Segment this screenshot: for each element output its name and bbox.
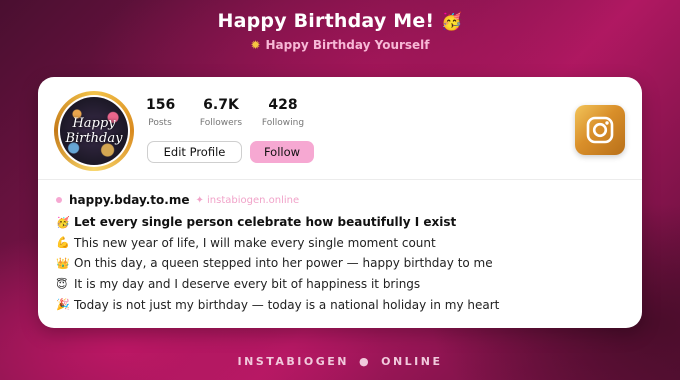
- edit-profile-button[interactable]: Edit Profile: [147, 141, 242, 163]
- bio-lines: 🥳 Let every single person celebrate how …: [56, 212, 642, 315]
- handle-dot-icon: [56, 197, 62, 203]
- party-face-icon: 🥳: [441, 12, 463, 32]
- bio-line-text: On this day, a queen stepped into her po…: [74, 256, 493, 271]
- profile-card: Happy Birthday 156 Posts 6.7K Followers …: [38, 77, 642, 328]
- bio-line: 🥳 Let every single person celebrate how …: [56, 212, 642, 233]
- party-face-icon: 🥳: [56, 215, 70, 229]
- stat-value: 428: [268, 97, 298, 113]
- avatar-text-line1: Happy: [72, 116, 116, 131]
- page-header: Happy Birthday Me! 🥳 ✹ Happy Birthday You…: [0, 10, 680, 52]
- avatar-text-line2: Birthday: [65, 131, 123, 146]
- footer-brand[interactable]: INSTABIOGEN: [238, 355, 349, 368]
- halo-face-icon: 😇: [56, 277, 68, 291]
- stat-value: 6.7K: [203, 97, 239, 113]
- avatar[interactable]: Happy Birthday: [54, 91, 134, 171]
- flexed-biceps-icon: 💪: [56, 236, 70, 250]
- stat-value: 156: [146, 97, 176, 113]
- party-popper-icon: 🎉: [56, 298, 70, 312]
- bio-line: 😇 It is my day and I deserve every bit o…: [56, 274, 642, 295]
- page-subtitle: ✹ Happy Birthday Yourself: [0, 38, 680, 52]
- title-text: Happy Birthday Me!: [217, 10, 435, 32]
- sun-icon: ✹: [250, 38, 261, 52]
- bio-line: 🎉 Today is not just my birthday — today …: [56, 294, 642, 315]
- instagram-icon[interactable]: [575, 105, 625, 155]
- bio-line: 💪 This new year of life, I will make eve…: [56, 233, 642, 254]
- stat-label: Followers: [199, 118, 243, 128]
- profile-header: Happy Birthday 156 Posts 6.7K Followers …: [38, 77, 642, 180]
- bio-line-text: Today is not just my birthday — today is…: [74, 297, 500, 312]
- site-link[interactable]: ✦ instabiogen.online: [195, 195, 299, 206]
- handle-row: happy.bday.to.me ✦ instabiogen.online: [56, 192, 642, 208]
- profile-stats: 156 Posts 6.7K Followers 428 Following: [146, 97, 308, 128]
- avatar-photo: Happy Birthday: [60, 97, 128, 165]
- follow-button[interactable]: Follow: [250, 141, 314, 163]
- bio-line-text: It is my day and I deserve every bit of …: [74, 277, 421, 292]
- stat-label: Posts: [148, 118, 172, 128]
- profile-bio: happy.bday.to.me ✦ instabiogen.online 🥳 …: [38, 180, 642, 315]
- page-footer: INSTABIOGEN ● ONLINE: [0, 355, 680, 368]
- bio-line-text: Let every single person celebrate how be…: [74, 215, 457, 230]
- username[interactable]: happy.bday.to.me: [69, 193, 189, 207]
- footer-domain[interactable]: ONLINE: [381, 355, 442, 368]
- stat-followers[interactable]: 6.7K Followers: [194, 97, 248, 128]
- crown-icon: 👑: [56, 256, 70, 270]
- bio-line: 👑 On this day, a queen stepped into her …: [56, 253, 642, 274]
- stat-label: Following: [261, 118, 305, 128]
- stat-posts[interactable]: 156 Posts: [146, 97, 176, 128]
- stat-following[interactable]: 428 Following: [258, 97, 308, 128]
- footer-separator: ●: [358, 355, 372, 368]
- page-title: Happy Birthday Me! 🥳: [0, 10, 680, 32]
- subtitle-text: Happy Birthday Yourself: [265, 38, 430, 52]
- bio-line-text: This new year of life, I will make every…: [74, 235, 436, 250]
